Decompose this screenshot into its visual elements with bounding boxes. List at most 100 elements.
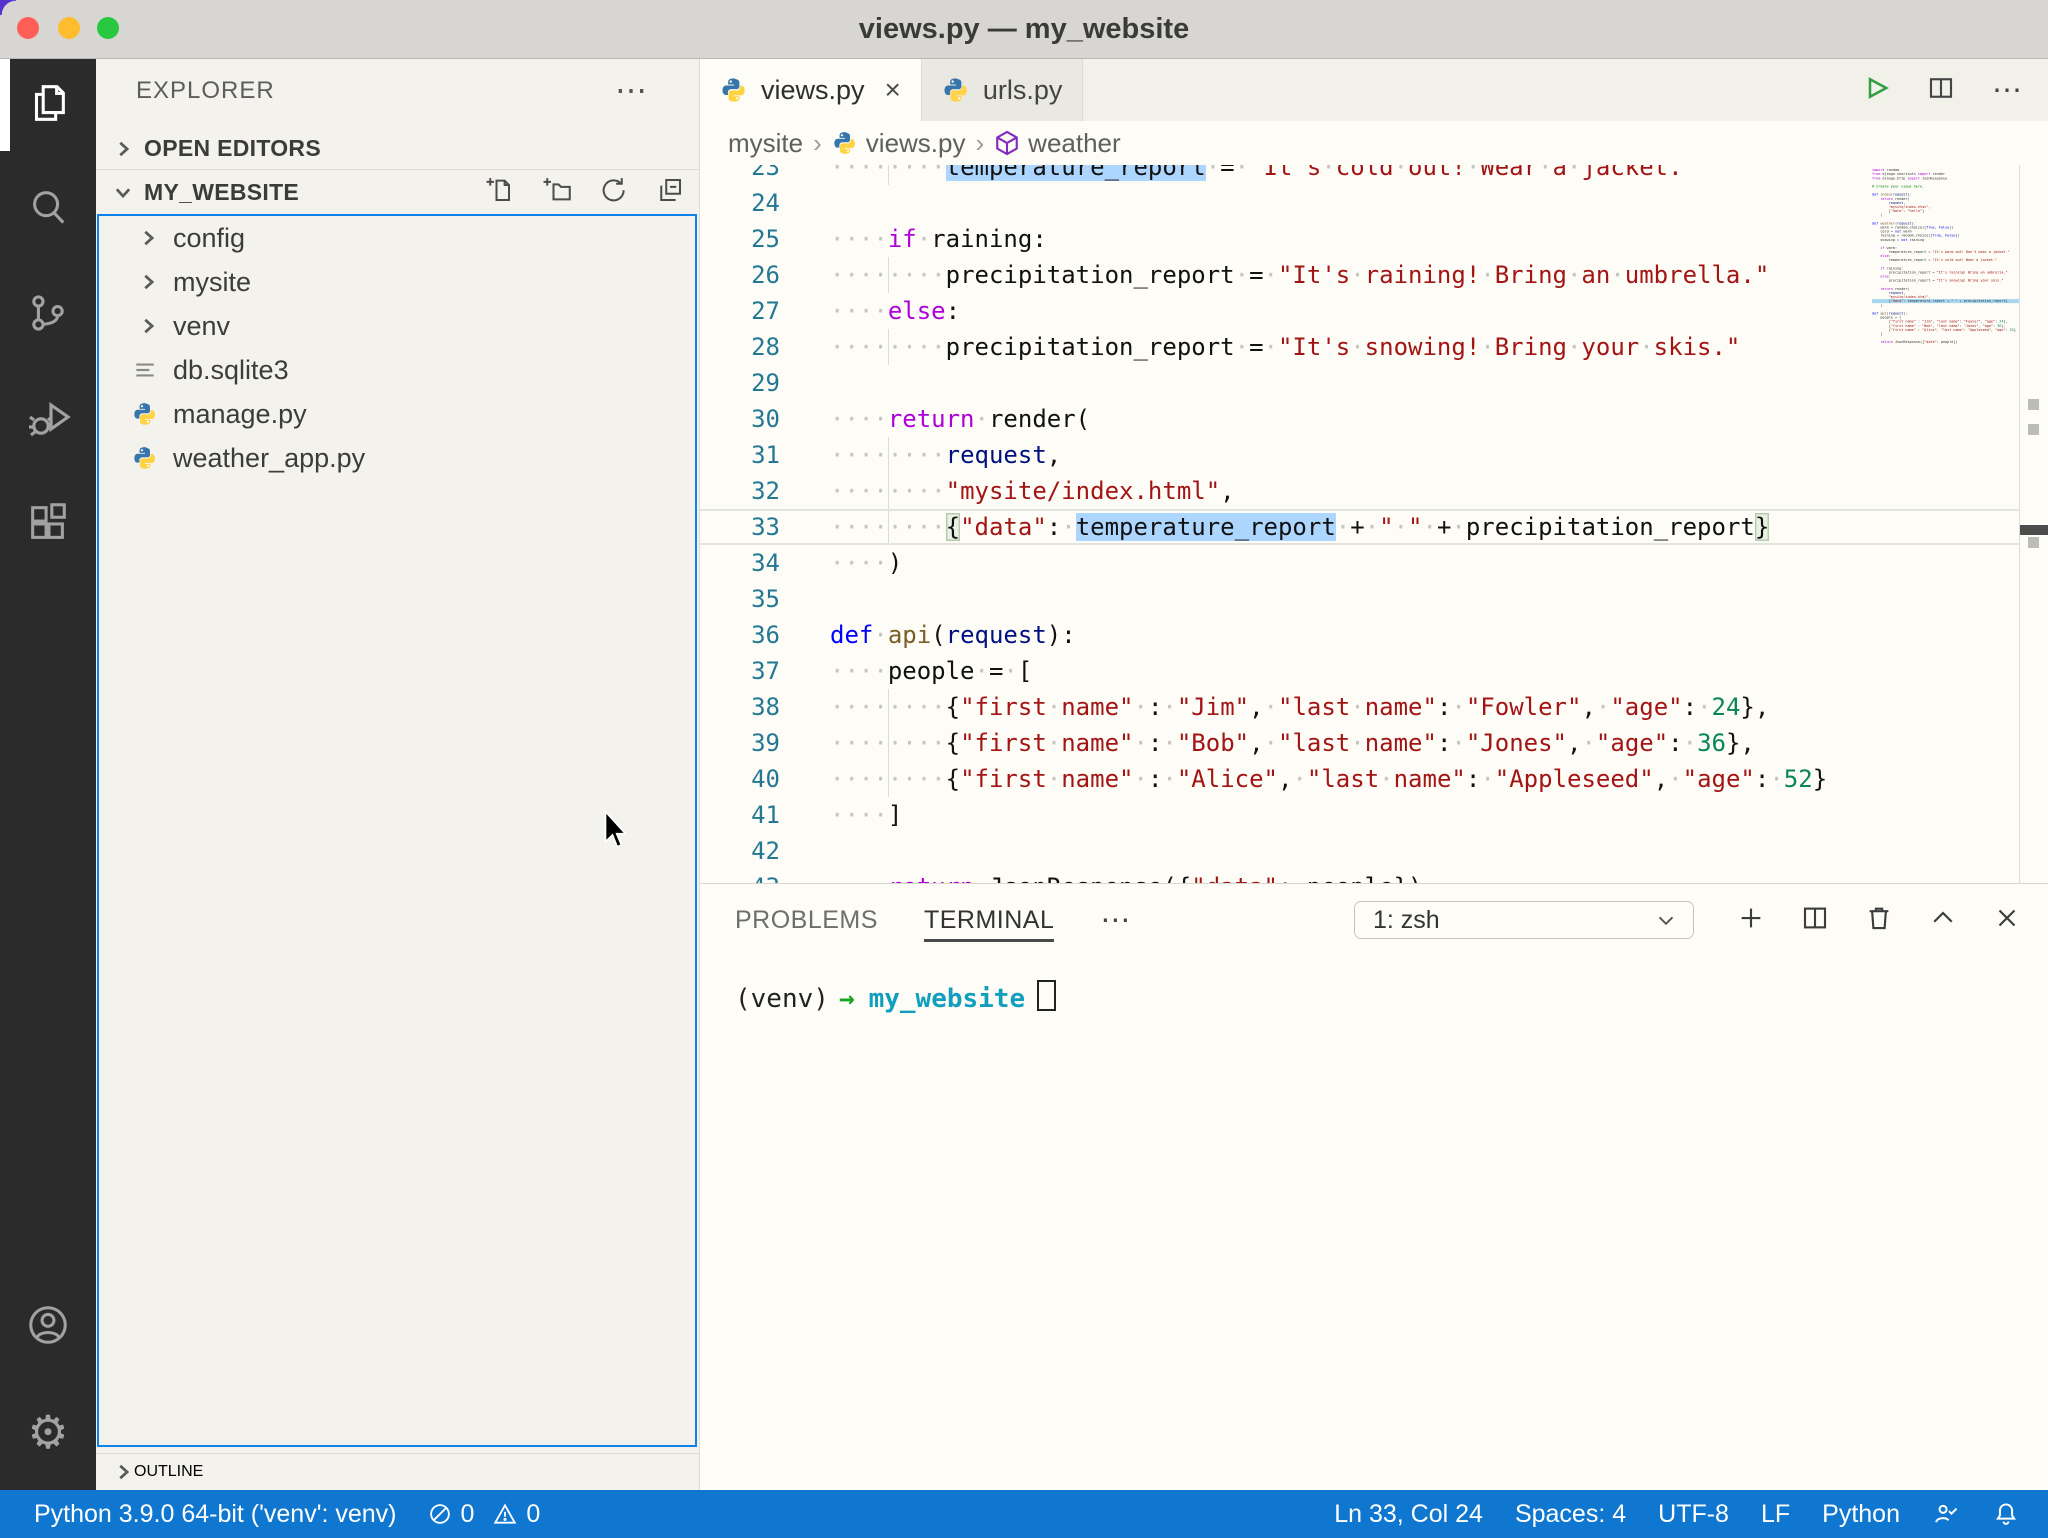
line-number: 36: [700, 617, 780, 653]
terminal-cursor: [1037, 980, 1056, 1011]
extensions-icon[interactable]: [0, 498, 96, 548]
code-line-30[interactable]: 30····return·render(: [700, 401, 2020, 437]
window-edge-artifact: [0, 59, 10, 151]
panel-header: PROBLEMS TERMINAL ⋯ 1: zsh: [700, 884, 2048, 956]
activity-bar: ⚙: [0, 59, 96, 1490]
outline-section[interactable]: OUTLINE: [96, 1453, 699, 1490]
line-number: 33: [700, 511, 780, 543]
code-line-24[interactable]: 24: [700, 185, 2020, 221]
account-icon[interactable]: [0, 1300, 96, 1350]
code-line-43[interactable]: 43····return·JsonResponse({"data":·peopl…: [700, 869, 2020, 883]
scrollbar-mark: [2028, 537, 2039, 548]
feedback-icon[interactable]: [1932, 1500, 1960, 1528]
status-item[interactable]: Python: [1822, 1500, 1900, 1529]
code-line-33[interactable]: 33 ········{"data":·temperature_report·+·…: [700, 509, 2020, 545]
code-line-39[interactable]: 39········{"first·name"·:·"Bob",·"last·n…: [700, 725, 2020, 761]
code-line-40[interactable]: 40········{"first·name"·:·"Alice",·"last…: [700, 761, 2020, 797]
terminal[interactable]: (venv)→my_website: [735, 980, 1056, 1017]
code-text: ····): [830, 545, 902, 581]
tab-bar: views.py× urls.py ⋯: [700, 59, 2048, 121]
code-line-31[interactable]: 31········request,: [700, 437, 2020, 473]
terminal-shell-select[interactable]: 1: zsh: [1354, 901, 1694, 939]
line-number: 32: [700, 473, 780, 509]
status-item[interactable]: Ln 33, Col 24: [1334, 1500, 1483, 1529]
collapse-folders-icon[interactable]: [655, 175, 685, 210]
code-line-29[interactable]: 29: [700, 365, 2020, 401]
explorer-icon[interactable]: [0, 78, 96, 128]
tree-item-manage.py[interactable]: manage.py: [99, 392, 695, 436]
close-tab-icon[interactable]: ×: [885, 74, 901, 106]
line-number: 34: [700, 545, 780, 581]
chevron-down-icon: [1653, 907, 1679, 933]
tree-item-db.sqlite3[interactable]: db.sqlite3: [99, 348, 695, 392]
code-line-32[interactable]: 32········"mysite/index.html",: [700, 473, 2020, 509]
breadcrumb-weather[interactable]: weather: [994, 128, 1121, 159]
settings-gear-icon[interactable]: ⚙: [0, 1407, 96, 1457]
panel-tab-problems[interactable]: PROBLEMS: [735, 897, 878, 943]
tree-item-weather_app.py[interactable]: weather_app.py: [99, 436, 695, 480]
tree-item-label: manage.py: [173, 399, 307, 430]
code-line-35[interactable]: 35: [700, 581, 2020, 617]
line-number: 30: [700, 401, 780, 437]
new-terminal-icon[interactable]: [1736, 903, 1766, 938]
code-line-37[interactable]: 37····people·=·[: [700, 653, 2020, 689]
code-line-38[interactable]: 38········{"first·name"·:·"Jim",·"last·n…: [700, 689, 2020, 725]
explorer-sidebar: EXPLORER ⋯ OPEN EDITORS MY_WEBSITE confi…: [96, 59, 700, 1490]
tree-item-config[interactable]: config: [99, 216, 695, 260]
code-line-27[interactable]: 27····else:: [700, 293, 2020, 329]
editor-scrollbar[interactable]: [2019, 165, 2048, 883]
python-file-icon: [720, 76, 748, 104]
scrollbar-mark: [2028, 424, 2039, 435]
run-debug-icon[interactable]: [0, 393, 96, 443]
new-folder-icon[interactable]: [541, 175, 571, 210]
python-interpreter-status[interactable]: Python 3.9.0 64-bit ('venv': venv): [34, 1500, 397, 1529]
editor-area: views.py×urls.py ⋯ mysite›views.py›weath…: [700, 59, 2048, 1490]
code-line-28[interactable]: 28········precipitation_report·=·"It's·s…: [700, 329, 2020, 365]
problems-status[interactable]: 0 0: [427, 1500, 541, 1529]
explorer-more-actions-icon[interactable]: ⋯: [615, 70, 647, 112]
source-control-icon[interactable]: [0, 288, 96, 338]
panel-more-actions-icon[interactable]: ⋯: [1100, 903, 1130, 938]
code-line-42[interactable]: 42: [700, 833, 2020, 869]
code-line-23[interactable]: 23········temperature_report·=·"It's·col…: [700, 165, 2020, 185]
code-text: ········{"data":·temperature_report·+·"·…: [830, 511, 1769, 543]
breadcrumb-mysite[interactable]: mysite: [728, 128, 803, 159]
new-file-icon[interactable]: [484, 175, 514, 210]
tab-views.py[interactable]: views.py×: [700, 59, 922, 121]
code-editor[interactable]: 23········temperature_report·=·"It's·col…: [700, 165, 2048, 883]
line-number: 24: [700, 185, 780, 221]
status-item[interactable]: LF: [1761, 1500, 1790, 1529]
split-editor-icon[interactable]: [1926, 73, 1956, 108]
tab-label: urls.py: [983, 75, 1063, 106]
refresh-icon[interactable]: [598, 175, 628, 210]
title-bar[interactable]: views.py — my_website: [0, 0, 2048, 59]
status-item[interactable]: Spaces: 4: [1515, 1500, 1626, 1529]
open-editors-section[interactable]: OPEN EDITORS: [96, 128, 699, 170]
minimap[interactable]: import randomfrom django.shortcuts impor…: [1868, 168, 2020, 728]
maximize-panel-icon[interactable]: [1928, 903, 1958, 938]
tree-item-mysite[interactable]: mysite: [99, 260, 695, 304]
vscode-window: views.py — my_website ⚙: [0, 0, 2048, 1538]
status-item[interactable]: UTF-8: [1658, 1500, 1729, 1529]
code-text: ········temperature_report·=·"It's·cold·…: [830, 165, 1697, 185]
breadcrumb-views.py[interactable]: views.py: [832, 128, 966, 159]
line-number: 35: [700, 581, 780, 617]
editor-more-actions-icon[interactable]: ⋯: [1992, 73, 2022, 108]
split-terminal-icon[interactable]: [1800, 903, 1830, 938]
code-line-34[interactable]: 34 ····): [700, 545, 2020, 581]
tree-item-venv[interactable]: venv: [99, 304, 695, 348]
code-line-25[interactable]: 25····if·raining:: [700, 221, 2020, 257]
close-panel-icon[interactable]: [1992, 903, 2022, 938]
scrollbar-mark: [2028, 399, 2039, 410]
workspace-root-section[interactable]: MY_WEBSITE: [96, 170, 699, 214]
kill-terminal-icon[interactable]: [1864, 903, 1894, 938]
run-python-file-icon[interactable]: [1860, 73, 1890, 108]
code-line-36[interactable]: 36def·api(request):: [700, 617, 2020, 653]
tab-urls.py[interactable]: urls.py: [922, 59, 1084, 121]
panel-tab-terminal[interactable]: TERMINAL: [924, 897, 1054, 943]
notifications-bell-icon[interactable]: [1992, 1500, 2020, 1528]
code-line-26[interactable]: 26········precipitation_report·=·"It's·r…: [700, 257, 2020, 293]
search-icon[interactable]: [0, 183, 96, 233]
code-line-41[interactable]: 41····]: [700, 797, 2020, 833]
breadcrumb-separator: ›: [813, 128, 822, 159]
